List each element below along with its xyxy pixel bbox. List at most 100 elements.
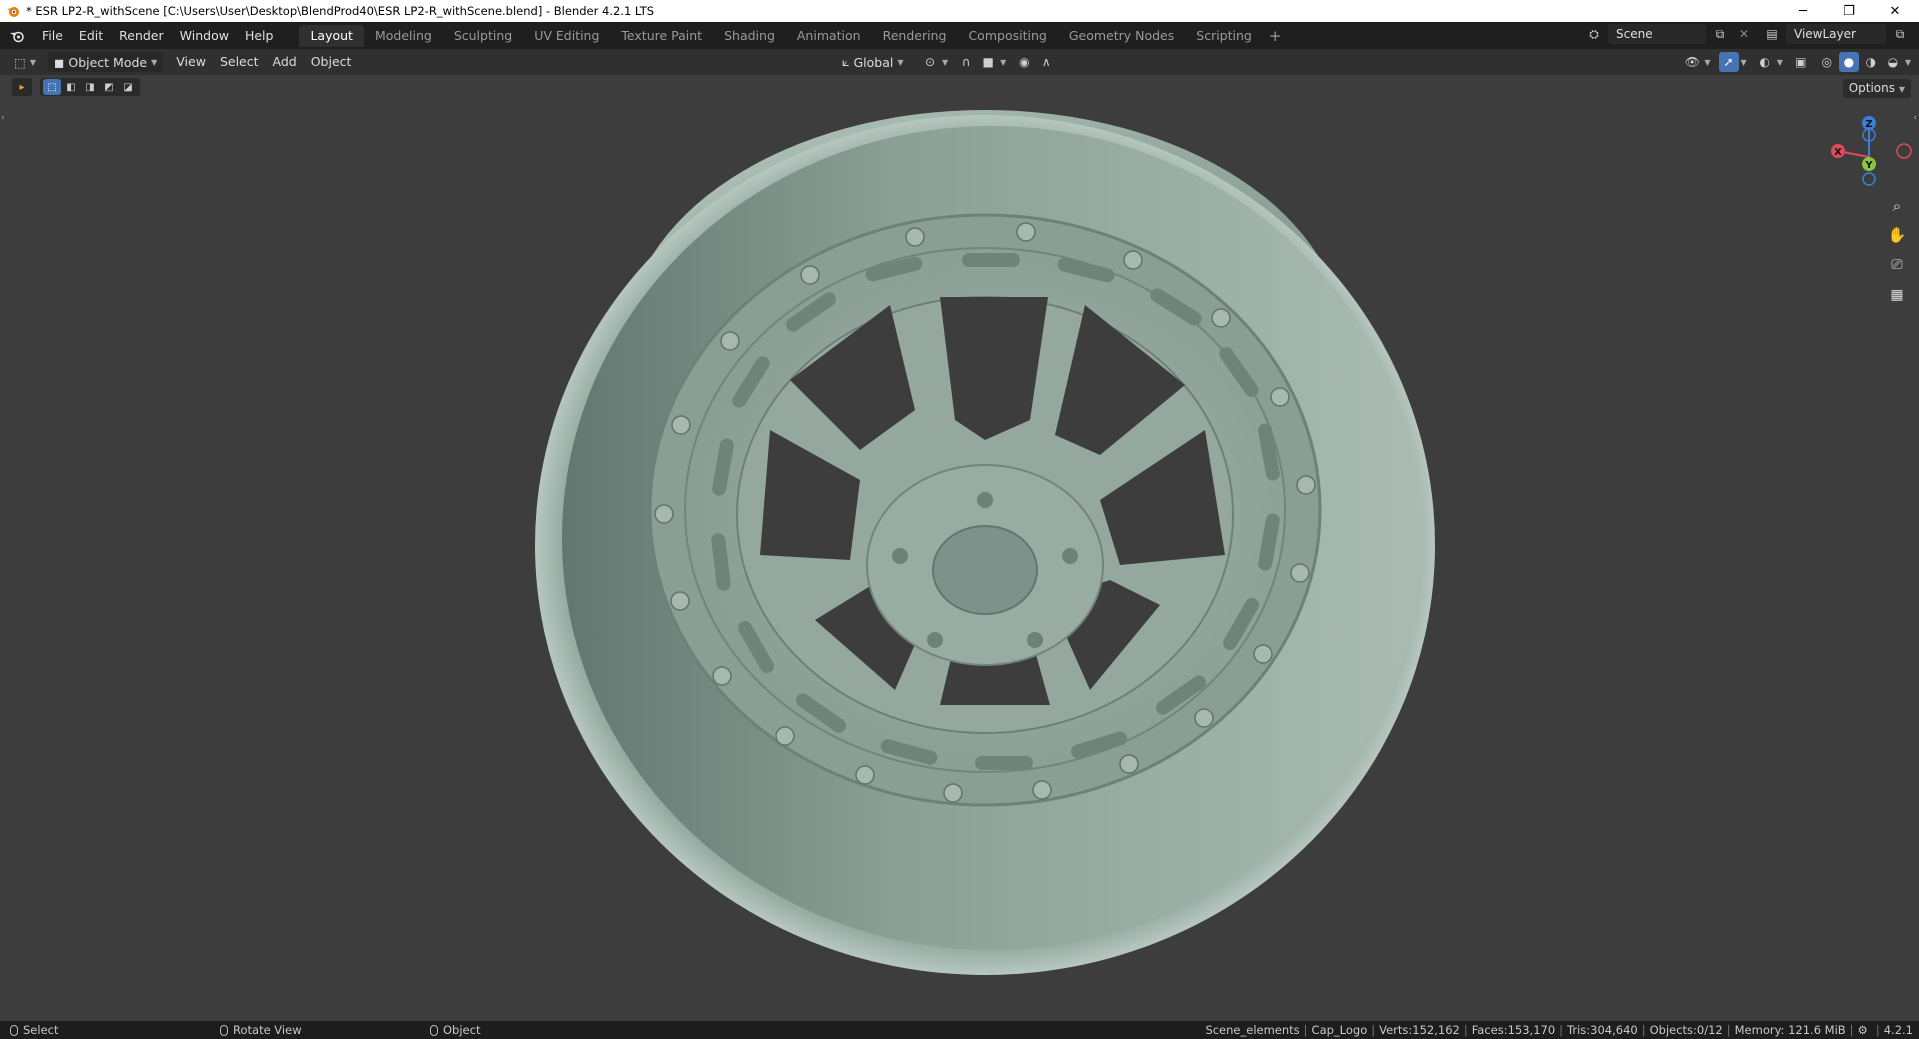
tab-compositing[interactable]: Compositing <box>957 25 1057 47</box>
menu-edit[interactable]: Edit <box>71 25 111 47</box>
rendered-shading-icon[interactable]: ◒ <box>1883 52 1903 72</box>
tab-texture-paint[interactable]: Texture Paint <box>610 25 713 47</box>
falloff-curve-icon[interactable]: ∧ <box>1036 52 1056 72</box>
selection-mode-group: ⬚ ◧ ◨ ◩ ◪ <box>40 78 140 96</box>
stat-objects: Objects:0/12 <box>1649 1023 1723 1037</box>
stat-verts: Verts:152,162 <box>1379 1023 1460 1037</box>
chevron-down-icon: ▼ <box>1740 57 1747 67</box>
3d-viewport[interactable]: › ‹ <box>0 75 1919 1021</box>
view-layer-icon[interactable]: ▤ <box>1762 24 1782 44</box>
options-dropdown[interactable]: Options ▼ <box>1842 79 1911 98</box>
scene-selector: ⛭ Scene ⧉ ✕ <box>1584 24 1754 44</box>
mode-label: Object Mode <box>68 54 148 70</box>
pivot-point-icon[interactable]: ⊙ <box>920 52 940 72</box>
tab-modeling[interactable]: Modeling <box>364 25 443 47</box>
toolbar-expand-arrow-icon[interactable]: › <box>1 113 5 123</box>
stat-active-object: Cap_Logo <box>1311 1023 1368 1037</box>
menu-view[interactable]: View <box>169 52 213 72</box>
navigation-gizmo[interactable]: Z X Y <box>1820 111 1918 191</box>
stat-version: 4.2.1 <box>1883 1023 1913 1037</box>
chevron-down-icon: ▼ <box>1704 57 1711 67</box>
tab-shading[interactable]: Shading <box>713 25 786 47</box>
overlay-toggle-icon[interactable]: ◐ <box>1755 52 1775 72</box>
tab-scripting[interactable]: Scripting <box>1185 25 1263 47</box>
delete-view-layer-icon[interactable]: ✕ <box>1914 24 1919 44</box>
tab-rendering[interactable]: Rendering <box>872 25 958 47</box>
status-hints: Select Rotate View Object <box>0 1023 480 1037</box>
editor-type-dropdown[interactable]: ⬚ ▼ <box>8 52 42 72</box>
select-intersect-icon[interactable]: ◪ <box>119 79 137 95</box>
restore-icon: ❐ <box>1843 3 1855 19</box>
blender-logo-icon <box>7 7 19 17</box>
material-shading-icon[interactable]: ◑ <box>1861 52 1881 72</box>
window-title: * ESR LP2-R_withScene [C:\Users\User\Des… <box>26 4 655 18</box>
gizmo-x-label: X <box>1834 147 1842 158</box>
mouse-middle-icon <box>220 1024 228 1036</box>
zoom-button[interactable]: ⌕ <box>1884 193 1910 219</box>
chevron-down-icon: ▼ <box>1898 85 1905 94</box>
tab-uv-editing[interactable]: UV Editing <box>523 25 610 47</box>
minimize-button[interactable]: ─ <box>1780 0 1826 22</box>
restore-button[interactable]: ❐ <box>1826 0 1872 22</box>
tab-geometry-nodes[interactable]: Geometry Nodes <box>1058 25 1185 47</box>
select-tool-button[interactable]: ▸ <box>12 78 32 96</box>
gizmo-neg-z-axis[interactable] <box>1862 172 1876 186</box>
scene-name-field[interactable]: Scene <box>1608 24 1706 44</box>
snapping-tools: ⊙ ▼ ∩ ■ ▼ ◉ ∧ <box>920 52 1056 72</box>
window-titlebar: * ESR LP2-R_withScene [C:\Users\User\Des… <box>0 0 1919 22</box>
transform-orientation-dropdown[interactable]: ⟀ Global ▼ <box>836 52 910 72</box>
menu-help[interactable]: Help <box>237 25 282 47</box>
visibility-eye-icon[interactable]: 👁 <box>1682 52 1702 72</box>
view-layer-name-field[interactable]: ViewLayer <box>1786 24 1886 44</box>
solid-shading-icon[interactable]: ● <box>1838 52 1859 72</box>
snap-magnet-icon[interactable]: ∩ <box>956 52 976 72</box>
options-label: Options <box>1848 81 1896 95</box>
orientation-label: Global <box>853 54 894 70</box>
menu-add[interactable]: Add <box>266 52 304 72</box>
select-invert-icon[interactable]: ◩ <box>100 79 118 95</box>
stat-collection: Scene_elements <box>1205 1023 1300 1037</box>
select-new-icon[interactable]: ⬚ <box>43 79 61 95</box>
mouse-right-icon <box>430 1024 438 1036</box>
tab-animation[interactable]: Animation <box>786 25 872 47</box>
tool-settings: ▸ ⬚ ◧ ◨ ◩ ◪ <box>12 78 140 96</box>
add-workspace-button[interactable]: + <box>1263 25 1288 47</box>
camera-icon: ⎚ <box>1891 257 1903 273</box>
camera-view-button[interactable]: ⎚ <box>1884 252 1910 278</box>
minimize-icon: ─ <box>1799 3 1807 19</box>
mode-dropdown[interactable]: ◼ Object Mode ▼ <box>47 52 164 72</box>
menu-render[interactable]: Render <box>111 25 172 47</box>
wheel-render <box>535 110 1435 975</box>
wireframe-shading-icon[interactable]: ◎ <box>1817 52 1837 72</box>
tab-layout[interactable]: Layout <box>299 24 364 47</box>
zoom-icon: ⌕ <box>1892 197 1902 215</box>
new-scene-icon[interactable]: ⧉ <box>1710 24 1730 44</box>
stat-tris: Tris:304,640 <box>1567 1023 1638 1037</box>
perspective-toggle-button[interactable]: ▦ <box>1884 282 1910 308</box>
chevron-down-icon: ▼ <box>1000 57 1007 67</box>
gizmo-toggle-icon[interactable]: ➚ <box>1718 52 1739 72</box>
snap-target-icon[interactable]: ■ <box>978 52 998 72</box>
menu-window[interactable]: Window <box>172 25 237 47</box>
xray-toggle-icon[interactable]: ▣ <box>1791 52 1811 72</box>
chevron-down-icon: ▼ <box>942 57 949 67</box>
hint-label: Select <box>23 1023 59 1037</box>
gizmo-neg-x-axis[interactable] <box>1896 143 1912 159</box>
chevron-down-icon: ▼ <box>1776 57 1783 67</box>
close-window-button[interactable]: ✕ <box>1872 0 1918 22</box>
menu-select[interactable]: Select <box>213 52 266 72</box>
new-view-layer-icon[interactable]: ⧉ <box>1890 24 1910 44</box>
scene-statistics: Scene_elements | Cap_Logo | Verts:152,162 |… <box>1205 1023 1913 1037</box>
blender-menu-button[interactable] <box>0 29 34 43</box>
select-subtract-icon[interactable]: ◨ <box>81 79 99 95</box>
proportional-edit-icon[interactable]: ◉ <box>1014 52 1034 72</box>
center-bore <box>932 525 1038 615</box>
pan-button[interactable]: ✋ <box>1884 222 1910 248</box>
menu-object[interactable]: Object <box>304 52 359 72</box>
viewport-header: ⬚ ▼ ◼ Object Mode ▼ View Select Add Objec… <box>0 49 1919 75</box>
select-extend-icon[interactable]: ◧ <box>62 79 80 95</box>
delete-scene-icon[interactable]: ✕ <box>1734 24 1754 44</box>
scene-icon[interactable]: ⛭ <box>1584 24 1604 44</box>
menu-file[interactable]: File <box>34 25 71 47</box>
tab-sculpting[interactable]: Sculpting <box>443 25 523 47</box>
